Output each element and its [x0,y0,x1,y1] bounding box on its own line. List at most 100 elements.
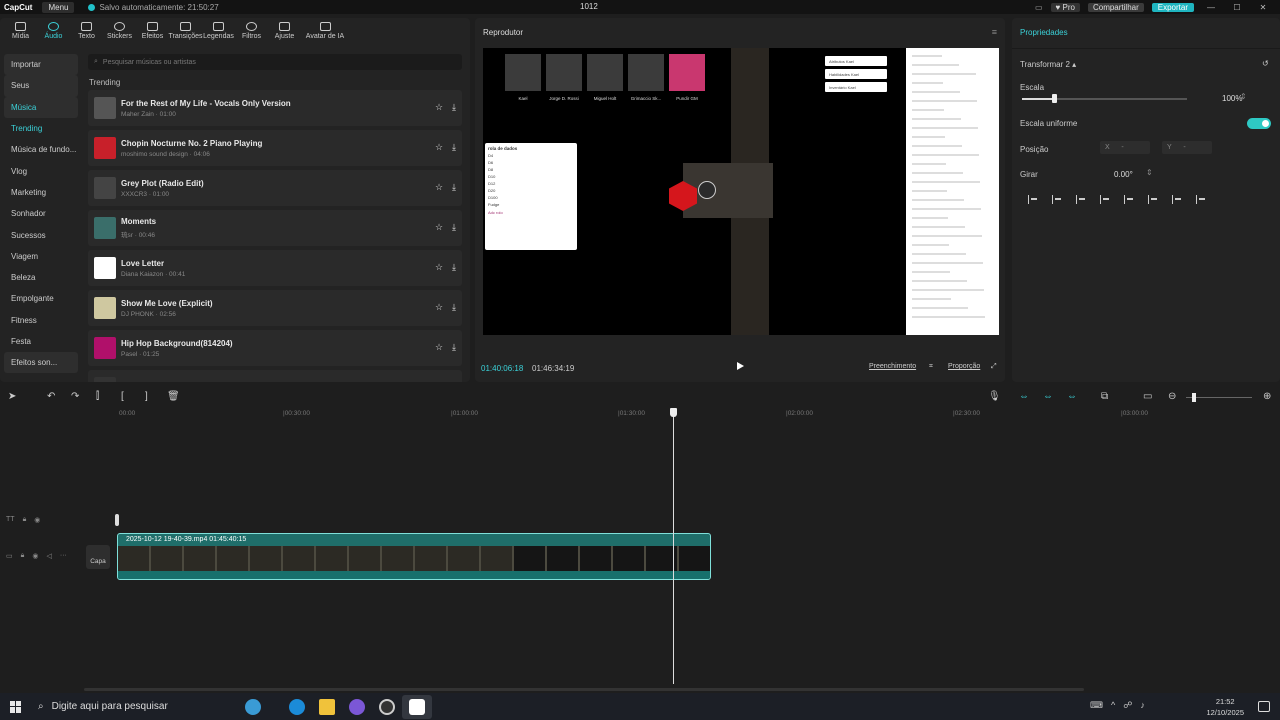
favorite-star-icon[interactable]: ☆ [435,302,443,313]
close-icon[interactable]: ✕ [1254,3,1272,12]
tool-media[interactable]: Mídia [4,18,37,46]
caption-icon[interactable]: ▭ [1143,391,1152,402]
eye-icon[interactable]: ◉ [34,516,40,524]
category-beauty[interactable]: Beleza [4,267,78,288]
tool-effects[interactable]: Efeitos [136,18,169,46]
distribute-horizontal-icon[interactable] [1172,195,1183,204]
download-icon[interactable]: ⤓ [452,262,456,273]
align-left-icon[interactable] [1028,195,1039,204]
scale-stepper-icon[interactable]: ⇕ [1240,92,1247,101]
position-y-field[interactable]: Y - [1162,141,1212,154]
tool-transitions[interactable]: Transições [169,18,203,46]
scale-slider-handle[interactable] [1052,94,1057,103]
music-search-input[interactable]: ⌕ Pesquisar músicas ou artistas [88,54,462,70]
tool-filters[interactable]: Filtros [235,18,268,46]
keyboard-icon[interactable]: ⌨ [1090,700,1103,711]
ratio-button[interactable]: Proporção [948,363,980,370]
file-explorer-icon[interactable] [312,695,342,719]
trim-left-icon[interactable]: [ [121,391,124,402]
transform-section-title[interactable]: Transformar 2 ▴ [1020,60,1076,69]
tool-ai-avatar[interactable]: Avatar de IA [301,18,349,46]
minimize-icon[interactable]: — [1202,3,1220,12]
rotate-value[interactable]: 0.00° [1114,170,1133,179]
rotate-stepper-icon[interactable]: ⇕ [1146,168,1153,177]
export-button[interactable]: Exportar [1151,2,1194,12]
play-icon[interactable] [737,362,744,370]
network-icon[interactable]: ☍ [1123,700,1132,711]
track-item[interactable]: Love Letter Diana Kaiazon · 00:41 ☆ ⤓ [88,250,462,286]
download-icon[interactable]: ⤓ [452,222,456,233]
text-track-handle[interactable] [115,514,119,526]
tool-stickers[interactable]: Stickers [103,18,136,46]
scale-slider[interactable] [1022,98,1187,100]
obs-icon[interactable] [372,695,402,719]
pro-button[interactable]: ♥ Pro [1050,2,1080,12]
fullscreen-icon[interactable]: ⤢ [991,363,997,371]
notification-icon[interactable] [1258,701,1270,712]
undo-icon[interactable]: ↶ [47,391,55,402]
download-icon[interactable]: ⤓ [452,102,456,113]
tool-adjust[interactable]: Ajuste [268,18,301,46]
lock-icon[interactable]: 🔒︎ [23,516,27,524]
category-fitness[interactable]: Fitness [4,310,78,331]
microphone-icon[interactable]: 🎙 [988,391,1001,402]
screenshot-icon[interactable]: ⌗ [929,363,933,371]
menu-button[interactable]: Menu [42,1,75,13]
category-music[interactable]: Música [4,96,78,118]
lock-icon[interactable]: 🔒︎ [21,552,25,560]
favorite-star-icon[interactable]: ☆ [435,222,443,233]
download-icon[interactable]: ⤓ [452,342,456,353]
track-item[interactable]: Moments 琉sr · 00:46 ☆ ⤓ [88,210,462,246]
redo-icon[interactable]: ↷ [71,391,79,402]
category-party[interactable]: Festa [4,331,78,352]
track-item[interactable]: Drake style/HIPHOP beat(1491552)☆⤓ [88,370,462,382]
magnet-icon[interactable]: ⇔ [1019,391,1029,402]
position-x-field[interactable]: X - [1100,141,1150,154]
category-sound-effects[interactable]: Efeitos son... [4,352,78,374]
capcut-icon[interactable] [402,694,432,719]
favorite-star-icon[interactable]: ☆ [435,182,443,193]
timeline-ruler[interactable]: 00:00 |00:30:00 |01:00:00 |01:30:00 |02:… [115,409,1280,419]
eye-icon[interactable]: ◉ [32,552,38,560]
category-vlog[interactable]: Vlog [4,160,78,181]
category-import[interactable]: Importar [4,54,78,76]
tool-text[interactable]: Texto [70,18,103,46]
player-menu-icon[interactable]: ≡ [992,27,997,37]
download-icon[interactable]: ⤓ [452,142,456,153]
category-background[interactable]: Música de fundo... [4,139,78,160]
edge-icon[interactable] [282,695,312,719]
layout-icon[interactable]: ▭ [1035,3,1043,12]
download-icon[interactable]: ⤓ [452,302,456,313]
link-icon[interactable]: ⇔ [1043,391,1053,402]
favorite-star-icon[interactable]: ☆ [435,102,443,113]
select-tool-icon[interactable]: ➤ [8,391,16,402]
playhead-handle[interactable] [670,408,677,417]
cover-button[interactable]: Capa [86,545,110,569]
video-clip[interactable]: 2025-10-12 19-40-39.mp4 01:45:40:15 [117,533,711,580]
category-hits[interactable]: Sucessos [4,224,78,245]
category-trending[interactable]: Trending [4,118,78,139]
category-marketing[interactable]: Marketing [4,182,78,203]
zoom-in-icon[interactable]: ⊕ [1263,391,1271,402]
tool-captions[interactable]: Legendas [202,18,235,46]
audio-mute-icon[interactable]: ◁ [46,552,51,560]
category-exciting[interactable]: Empolgante [4,288,78,309]
favorite-star-icon[interactable]: ☆ [435,142,443,153]
windows-start-icon[interactable] [10,700,22,713]
track-item[interactable]: Show Me Love (Explicit) DJ PHONK · 02:56 ☆… [88,290,462,326]
uniform-scale-toggle[interactable] [1247,118,1271,129]
category-dreamy[interactable]: Sonhador [4,203,78,224]
track-item[interactable]: For the Rest of My Life - Vocals Only Ve… [88,90,462,126]
favorite-star-icon[interactable]: ☆ [435,342,443,353]
video-preview[interactable]: Kael Jorge D. Rossi Miguel Holt Grimacci… [483,48,999,335]
trim-right-icon[interactable]: ] [145,391,148,402]
align-top-icon[interactable] [1100,195,1111,204]
align-bottom-icon[interactable] [1148,195,1159,204]
split-screen-icon[interactable]: ⧉ [1101,391,1108,402]
zoom-out-icon[interactable]: ⊖ [1168,391,1176,402]
search-highlight-icon[interactable] [238,695,268,719]
clock[interactable]: 21:52 12/10/2025 [1206,696,1244,718]
chevron-up-icon[interactable]: ^ [1111,700,1115,711]
download-icon[interactable]: ⤓ [452,182,456,193]
discord-icon[interactable] [342,695,372,719]
